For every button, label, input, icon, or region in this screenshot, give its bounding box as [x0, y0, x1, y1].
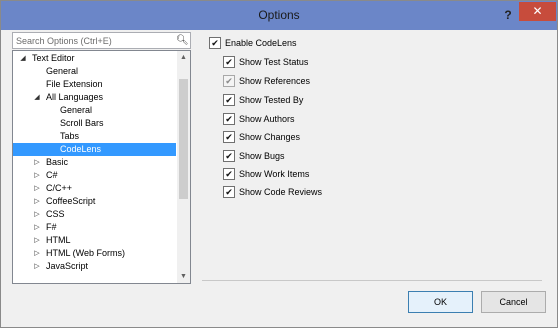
show-code-reviews-checkbox[interactable]: ✔	[223, 186, 235, 198]
tree-item-coffeescript[interactable]: ▷ CoffeeScript	[13, 195, 176, 208]
search-box[interactable]: 🔍︎	[12, 32, 191, 49]
expand-arrow-icon[interactable]: ▷	[33, 182, 41, 195]
tree-item-label: Tabs	[60, 131, 80, 141]
tree-item-label: Scroll Bars	[60, 118, 104, 128]
tree-item-scroll-bars[interactable]: Scroll Bars	[13, 117, 176, 130]
options-tree[interactable]: ◢ Text Editor General File Extension ◢ A…	[12, 50, 191, 284]
tree-item-html[interactable]: ▷ HTML	[13, 234, 176, 247]
window-title: Options	[258, 8, 300, 22]
expand-arrow-icon[interactable]: ▷	[33, 156, 41, 169]
expand-arrow-icon[interactable]: ▷	[33, 169, 41, 182]
tree-item-all-languages-general[interactable]: General	[13, 104, 176, 117]
ok-button[interactable]: OK	[408, 291, 473, 313]
expand-arrow-icon[interactable]: ▷	[33, 221, 41, 234]
tree-item-text-editor[interactable]: ◢ Text Editor	[13, 52, 176, 65]
expand-arrow-icon[interactable]: ▷	[33, 260, 41, 273]
tree-item-label: HTML	[46, 235, 71, 245]
tree-item-label: General	[46, 66, 79, 76]
option-label: Show Work Items	[239, 169, 310, 179]
tree-item-label: F#	[46, 222, 57, 232]
expand-arrow-icon[interactable]: ▷	[33, 247, 41, 260]
tree-item-label: C#	[46, 170, 58, 180]
tree-item-label: CoffeeScript	[46, 196, 96, 206]
tree-item-label: C/C++	[46, 183, 73, 193]
tree-item-label: CSS	[46, 209, 65, 219]
option-label: Show References	[239, 76, 311, 86]
tree-item-c-cpp[interactable]: ▷ C/C++	[13, 182, 176, 195]
tree-item-label: General	[60, 105, 93, 115]
cancel-button[interactable]: Cancel	[481, 291, 546, 313]
tree-item-label: Basic	[46, 157, 69, 167]
tree-item-css[interactable]: ▷ CSS	[13, 208, 176, 221]
tree-item-label: All Languages	[46, 92, 104, 102]
show-bugs-checkbox[interactable]: ✔	[223, 150, 235, 162]
show-tested-by-checkbox[interactable]: ✔	[223, 94, 235, 106]
tree-item-label: CodeLens	[60, 144, 102, 154]
tree-item-javascript[interactable]: ▷ JavaScript	[13, 260, 176, 273]
enable-codelens-label: Enable CodeLens	[225, 38, 297, 48]
option-label: Show Authors	[239, 114, 295, 124]
tree-item-csharp[interactable]: ▷ C#	[13, 169, 176, 182]
tree-scrollbar[interactable]: ▲ ▼	[177, 51, 190, 283]
close-button[interactable]: ✕	[519, 2, 556, 21]
expand-arrow-icon[interactable]: ▷	[33, 195, 41, 208]
tree-item-label: Text Editor	[32, 53, 75, 63]
show-changes-checkbox[interactable]: ✔	[223, 131, 235, 143]
scroll-up-arrow-icon[interactable]: ▲	[177, 51, 190, 64]
divider	[202, 280, 542, 281]
show-authors-checkbox[interactable]: ✔	[223, 113, 235, 125]
help-button[interactable]: ?	[499, 6, 517, 24]
tree-item-tabs[interactable]: Tabs	[13, 130, 176, 143]
tree-item-fsharp[interactable]: ▷ F#	[13, 221, 176, 234]
expand-arrow-icon[interactable]: ▷	[33, 234, 41, 247]
title-bar[interactable]: Options ? ✕	[1, 1, 557, 30]
option-label: Show Changes	[239, 132, 301, 142]
option-label: Show Code Reviews	[239, 187, 323, 197]
enable-codelens-checkbox[interactable]: ✔	[209, 37, 221, 49]
tree-item-label: JavaScript	[46, 261, 89, 271]
show-references-checkbox: ✔	[223, 75, 235, 87]
show-work-items-checkbox[interactable]: ✔	[223, 168, 235, 180]
tree-item-label: HTML (Web Forms)	[46, 248, 126, 258]
tree-item-all-languages[interactable]: ◢ All Languages	[13, 91, 176, 104]
collapse-arrow-icon[interactable]: ◢	[19, 52, 27, 65]
tree-item-html-web-forms[interactable]: ▷ HTML (Web Forms)	[13, 247, 176, 260]
option-label: Show Tested By	[239, 95, 304, 105]
tree-item-basic[interactable]: ▷ Basic	[13, 156, 176, 169]
tree-item-file-extension[interactable]: File Extension	[13, 78, 176, 91]
collapse-arrow-icon[interactable]: ◢	[33, 91, 41, 104]
tree-item-codelens[interactable]: CodeLens	[13, 143, 176, 156]
search-input[interactable]	[13, 33, 176, 48]
options-dialog: Options ? ✕ 🔍︎ ◢ Text Editor General Fil…	[0, 0, 558, 328]
search-icon[interactable]: 🔍︎	[176, 33, 189, 48]
scrollbar-thumb[interactable]	[179, 79, 188, 199]
option-label: Show Bugs	[239, 151, 285, 161]
expand-arrow-icon[interactable]: ▷	[33, 208, 41, 221]
scroll-down-arrow-icon[interactable]: ▼	[177, 270, 190, 283]
show-test-status-checkbox[interactable]: ✔	[223, 56, 235, 68]
option-label: Show Test Status	[239, 57, 309, 67]
tree-item-label: File Extension	[46, 79, 103, 89]
tree-item-general[interactable]: General	[13, 65, 176, 78]
